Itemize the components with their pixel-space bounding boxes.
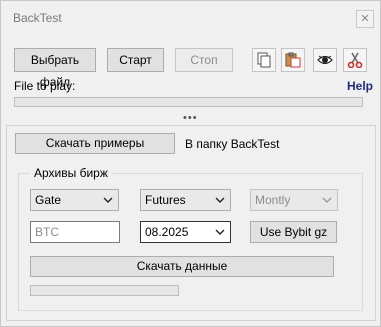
close-button[interactable]: ✕: [356, 10, 374, 28]
archives-title: Архивы бирж: [30, 166, 112, 180]
download-data-button[interactable]: Скачать данные: [30, 256, 334, 277]
period-value: Montly: [255, 193, 291, 207]
market-select[interactable]: Futures: [140, 189, 231, 211]
download-samples-button[interactable]: Скачать примеры: [15, 133, 175, 154]
symbol-placeholder: BTC: [35, 225, 59, 239]
start-button[interactable]: Старт: [107, 48, 164, 72]
chevron-down-icon: [322, 197, 332, 203]
samples-target-text: В папку BackTest: [185, 137, 280, 151]
paste-icon: [285, 52, 301, 68]
exchange-value: Gate: [35, 193, 62, 207]
symbol-input[interactable]: BTC: [30, 221, 120, 243]
exchange-select[interactable]: Gate: [30, 189, 119, 211]
download-progress-bar: [30, 285, 179, 296]
paste-button[interactable]: [281, 48, 305, 72]
chevron-down-icon: [215, 197, 225, 203]
window-title: BackTest: [13, 11, 62, 25]
cut-button[interactable]: [343, 48, 367, 72]
market-value: Futures: [145, 193, 186, 207]
help-link[interactable]: Help: [347, 79, 373, 93]
period-select[interactable]: Montly: [250, 189, 338, 211]
copy-icon: [257, 52, 271, 68]
scissors-icon: [347, 52, 363, 68]
title-bar[interactable]: BackTest ✕: [1, 1, 380, 35]
file-to-play-label: File to play:: [14, 79, 76, 93]
copy-button[interactable]: [252, 48, 276, 72]
eye-icon: [317, 55, 333, 65]
month-value: 08.2025: [145, 225, 189, 239]
select-file-button[interactable]: Выбрать файл: [14, 48, 96, 89]
backtest-window: BackTest ✕ Выбрать файл Старт Стоп File …: [0, 0, 381, 327]
splitter-grip[interactable]: •••: [183, 112, 198, 124]
file-progress-bar: [14, 97, 363, 107]
chevron-down-icon: [103, 197, 113, 203]
view-button[interactable]: [313, 48, 337, 72]
month-picker[interactable]: 08.2025: [140, 221, 231, 243]
use-bybit-gz-button[interactable]: Use Bybit gz: [250, 221, 337, 243]
chevron-down-icon: [215, 229, 225, 235]
stop-button[interactable]: Стоп: [175, 48, 233, 72]
